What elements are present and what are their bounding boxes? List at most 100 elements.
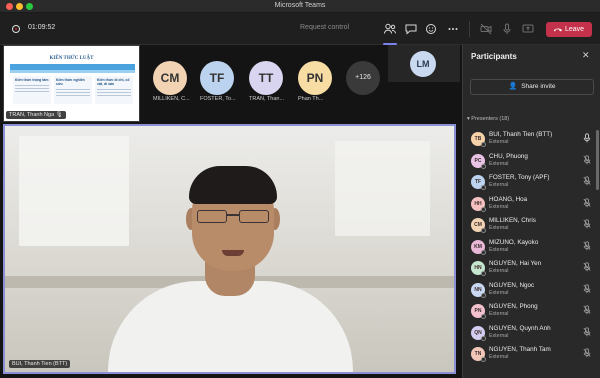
main-video-feed[interactable]: BUI, Thanh Tien (BTT)	[3, 124, 456, 374]
mic-off-icon[interactable]	[583, 176, 591, 188]
chat-icon[interactable]	[404, 22, 418, 36]
participant-tile[interactable]: CM MILLIKEN, C...	[153, 45, 197, 122]
leave-button[interactable]: Leave	[546, 22, 592, 37]
self-view-tile[interactable]: LM	[388, 45, 460, 82]
camera-off-icon[interactable]	[479, 22, 493, 36]
participant-row[interactable]: QN NGUYEN, Quynh Anh External	[470, 325, 594, 346]
shared-doc-column: Kiến thức di chỉ, cổ vật, di sản	[95, 76, 133, 104]
people-icon[interactable]	[383, 22, 397, 36]
presence-status-icon	[481, 314, 486, 319]
mic-icon[interactable]	[583, 133, 591, 145]
mic-off-icon: 🎙	[55, 112, 63, 118]
participant-org: External	[489, 289, 509, 296]
meeting-stage: KIẾN THỨC LUẬT Kiến thức trọng tâm Kiến …	[0, 45, 462, 378]
participant-org: External	[489, 182, 509, 188]
participant-row[interactable]: PN NGUYEN, Phong External	[470, 303, 594, 324]
mic-off-icon[interactable]	[583, 283, 591, 296]
mic-icon[interactable]	[500, 22, 514, 36]
meeting-timer: 01:09:52	[28, 24, 56, 31]
person-add-icon: 👤	[508, 83, 518, 90]
presence-status-icon	[481, 163, 486, 169]
presence-status-icon	[481, 206, 486, 212]
participant-tile-name: Phan Th...	[298, 96, 324, 102]
mic-off-icon[interactable]	[583, 326, 591, 339]
participant-tile[interactable]: TT TRAN, Than...	[249, 45, 293, 122]
participant-name: NGUYEN, Phong	[489, 303, 538, 310]
participant-name: CHU, Phuong	[489, 152, 528, 160]
participant-tile[interactable]: TF FOSTER, To...	[200, 45, 244, 122]
presence-status-icon	[481, 142, 486, 147]
participant-row[interactable]: HH HOANG, Hoa External	[470, 196, 594, 217]
avatar: TF	[200, 61, 234, 95]
participant-row[interactable]: KM MIZUNO, Kayoko External	[470, 239, 594, 260]
participant-tile[interactable]: PN Phan Th...	[298, 45, 342, 122]
more-participants-button[interactable]: +126	[346, 61, 380, 95]
mic-off-icon[interactable]	[583, 197, 591, 210]
main-video-name-tag: BUI, Thanh Tien (BTT)	[9, 360, 71, 368]
participant-row[interactable]: PC CHU, Phuong External	[470, 153, 594, 174]
shared-doc-column: Kiến thức nghiên cứu	[54, 76, 92, 104]
participant-org: External	[489, 225, 509, 231]
participant-name: MIZUNO, Kayoko	[489, 238, 539, 246]
participant-name: HOANG, Hoa	[489, 195, 528, 203]
participant-row[interactable]: CM MILLIKEN, Chris External	[470, 217, 594, 238]
participant-org: External	[489, 246, 509, 253]
participant-name: FOSTER, Tony (APF)	[489, 174, 550, 181]
presence-status-icon	[481, 271, 486, 276]
mic-off-icon[interactable]	[583, 348, 591, 360]
request-control-button[interactable]: Request control	[300, 24, 349, 31]
participant-org: External	[489, 311, 509, 317]
background-window	[335, 141, 430, 236]
participant-name: BUI, Thanh Tien (BTT)	[489, 131, 553, 138]
participant-name: MILLIKEN, Chris	[489, 217, 536, 224]
mic-off-icon[interactable]	[583, 219, 591, 231]
shared-doc-subbanner	[10, 70, 135, 73]
participant-row[interactable]: TN NGUYEN, Thanh Tam External	[470, 346, 594, 367]
more-icon[interactable]	[446, 22, 460, 36]
hang-up-icon	[553, 22, 563, 41]
mic-off-icon[interactable]	[583, 305, 591, 317]
participant-org: External	[489, 160, 509, 167]
mic-off-icon[interactable]	[583, 240, 591, 253]
speaker-glasses	[195, 210, 271, 224]
presence-status-icon	[481, 335, 486, 341]
participant-row[interactable]: TF FOSTER, Tony (APF) External	[470, 174, 594, 195]
recording-icon	[12, 25, 20, 33]
participant-name: NGUYEN, Ngoc	[489, 281, 535, 289]
avatar: LM	[410, 51, 436, 77]
presenters-section-header[interactable]: ▾ Presenters (18)	[467, 116, 509, 122]
background-window	[19, 136, 129, 246]
window-title: Microsoft Teams	[274, 2, 326, 9]
participant-org: External	[489, 268, 509, 274]
panel-scrollbar[interactable]	[596, 130, 599, 190]
participant-org: External	[489, 139, 509, 145]
presence-status-icon	[481, 228, 486, 233]
presenter-name-tag: TRAN, Thanh Nga 🎙	[6, 111, 66, 119]
speaker-mouth	[222, 250, 244, 256]
presence-status-icon	[481, 357, 486, 362]
participant-org: External	[489, 203, 509, 210]
presence-status-icon	[481, 292, 486, 298]
reactions-icon[interactable]	[424, 22, 438, 36]
close-icon[interactable]: ✕	[582, 50, 590, 61]
mic-off-icon[interactable]	[583, 154, 591, 167]
participant-org: External	[489, 354, 509, 360]
participant-name: NGUYEN, Hai Yen	[489, 260, 542, 267]
avatar: PN	[298, 61, 332, 95]
panel-title: Participants	[471, 52, 517, 61]
toolbar-separator	[469, 21, 470, 37]
mic-off-icon[interactable]	[583, 262, 591, 274]
share-screen-icon[interactable]	[521, 22, 535, 36]
participant-row[interactable]: HN NGUYEN, Hai Yen External	[470, 260, 594, 281]
participant-row[interactable]: NN NGUYEN, Ngoc External	[470, 282, 594, 303]
participant-name: NGUYEN, Thanh Tam	[489, 346, 551, 353]
shared-screen-thumbnail[interactable]: KIẾN THỨC LUẬT Kiến thức trọng tâm Kiến …	[3, 45, 140, 122]
shared-doc-column: Kiến thức trọng tâm	[13, 76, 51, 104]
participant-org: External	[489, 332, 509, 339]
shared-doc-title: KIẾN THỨC LUẬT	[49, 56, 94, 61]
participant-row[interactable]: TB BUI, Thanh Tien (BTT) External	[470, 131, 594, 152]
presence-status-icon	[481, 185, 486, 190]
meeting-toolbar: 01:09:52 Request control Leave	[0, 13, 600, 45]
participants-panel: Participants ✕ 👤 Share invite ▾ Presenter…	[462, 45, 600, 378]
share-invite-button[interactable]: 👤 Share invite	[470, 79, 594, 95]
